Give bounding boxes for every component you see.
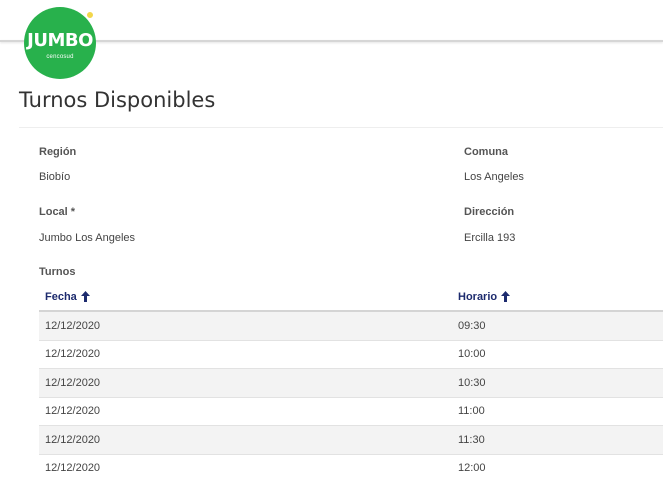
table-row[interactable]: 12/12/2020 11:30 — [39, 426, 663, 455]
logo-wordmark: JUMBO — [27, 29, 93, 51]
fecha-column-header[interactable]: Fecha — [39, 291, 452, 303]
horario-cell: 10:30 — [458, 376, 486, 389]
horario-column-header[interactable]: Horario — [452, 290, 511, 303]
logo-subtitle: cencosud — [46, 53, 74, 60]
table-row[interactable]: 12/12/2020 09:30 — [39, 312, 663, 341]
logo-dot — [86, 11, 94, 19]
title-divider — [19, 127, 663, 128]
horario-cell: 09:30 — [458, 319, 486, 332]
direccion-label: Dirección — [464, 206, 515, 218]
page-title: Turnos Disponibles — [19, 88, 216, 112]
header-divider — [0, 40, 663, 42]
direccion-value: Ercilla 193 — [464, 232, 516, 244]
horario-cell: 11:00 — [458, 405, 485, 418]
local-label: Local * — [39, 206, 76, 218]
arrow-up-icon — [80, 291, 90, 302]
comuna-label: Comuna — [464, 146, 508, 158]
table-row[interactable]: 12/12/2020 12:00 — [39, 454, 663, 480]
fecha-cell: 12/12/2020 — [45, 433, 101, 446]
fecha-cell: 12/12/2020 — [45, 348, 101, 361]
fecha-cell: 12/12/2020 — [45, 462, 101, 475]
turnos-table: Fecha Horario 12/12/2020 09:30 12/12/202… — [39, 283, 663, 480]
fecha-cell: 12/12/2020 — [45, 405, 101, 418]
region-value: Biobío — [39, 171, 71, 183]
local-value: Jumbo Los Angeles — [39, 232, 136, 244]
horario-cell: 11:30 — [458, 433, 485, 446]
fecha-cell: 12/12/2020 — [45, 319, 101, 332]
table-body: 12/12/2020 09:30 12/12/2020 10:00 12/12/… — [39, 312, 663, 480]
jumbo-logo[interactable]: JUMBO cencosud — [24, 7, 96, 79]
arrow-up-icon — [501, 291, 511, 302]
horario-cell: 10:00 — [458, 348, 486, 361]
fecha-cell: 12/12/2020 — [45, 376, 101, 389]
region-label: Región — [39, 146, 77, 158]
horario-header-label: Horario — [458, 290, 498, 303]
table-header: Fecha Horario — [39, 283, 663, 312]
table-row[interactable]: 12/12/2020 11:00 — [39, 397, 663, 426]
table-row[interactable]: 12/12/2020 10:30 — [39, 369, 663, 398]
comuna-value: Los Angeles — [464, 171, 524, 183]
fecha-header-label: Fecha — [45, 290, 77, 303]
turnos-label: Turnos — [39, 266, 76, 278]
page: JUMBO cencosud Turnos Disponibles Región… — [0, 0, 663, 480]
table-row[interactable]: 12/12/2020 10:00 — [39, 340, 663, 369]
horario-cell: 12:00 — [458, 462, 486, 475]
